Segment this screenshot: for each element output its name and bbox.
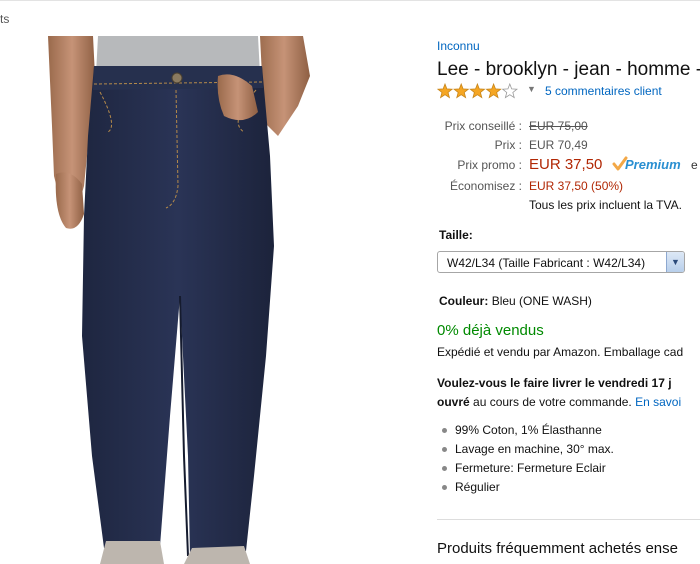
savings-value: EUR 37,50 (50%): [529, 179, 624, 193]
savings-row: Économisez : EUR 37,50 (50%): [437, 179, 700, 197]
feature-item: Fermeture: Fermeture Eclair: [441, 461, 614, 480]
product-image[interactable]: [48, 36, 318, 564]
star-rating[interactable]: [437, 83, 519, 99]
sold-percentage: 0% déjà vendus: [437, 322, 544, 339]
bullet-icon: [442, 428, 447, 433]
price-row: Prix : EUR 70,49: [437, 138, 700, 156]
feature-text: Fermeture: Fermeture Eclair: [455, 461, 606, 475]
size-select[interactable]: W42/L34 (Taille Fabricant : W42/L34) ▼: [437, 251, 685, 273]
top-divider: [0, 0, 700, 1]
color-value: Bleu (ONE WASH): [491, 294, 592, 308]
chevron-down-icon: ▼: [671, 257, 680, 267]
breadcrumb-tail[interactable]: ts: [0, 12, 9, 26]
feature-item: 99% Coton, 1% Élasthanne: [441, 423, 614, 442]
price-label: Prix :: [494, 138, 522, 152]
brand-link[interactable]: Inconnu: [437, 39, 480, 53]
chevron-down-icon[interactable]: ▼: [527, 84, 536, 94]
delivery-text: au cours de votre commande.: [469, 395, 636, 409]
feature-text: Lavage en machine, 30° max.: [455, 442, 614, 456]
color-label: Couleur:: [439, 294, 489, 308]
promo-price-row: Prix promo : EUR 37,50 Premium e: [437, 156, 700, 176]
star-filled-icon: [469, 83, 486, 99]
prime-logo-text: Premium: [625, 157, 681, 172]
star-filled-icon: [437, 83, 454, 99]
delivery-details: ouvré au cours de votre commande. En sav…: [437, 395, 681, 409]
prime-logo-icon: Premium: [612, 156, 681, 172]
delivery-bold: ouvré: [437, 395, 470, 409]
size-selected-value: W42/L34 (Taille Fabricant : W42/L34): [447, 256, 646, 270]
feature-item: Lavage en machine, 30° max.: [441, 442, 614, 461]
frequently-bought-heading: Produits fréquemment achetés ense: [437, 540, 678, 557]
list-price-row: Prix conseillé : EUR 75,00: [437, 119, 700, 137]
bullet-icon: [442, 485, 447, 490]
size-dropdown-button[interactable]: ▼: [666, 252, 684, 272]
color-row: Couleur: Bleu (ONE WASH): [439, 294, 592, 308]
star-filled-icon: [485, 83, 502, 99]
feature-item: Régulier: [441, 480, 614, 499]
price-value: EUR 70,49: [529, 138, 588, 152]
bullet-icon: [442, 466, 447, 471]
feature-text: 99% Coton, 1% Élasthanne: [455, 423, 602, 437]
section-divider: [437, 519, 700, 520]
list-price-value: EUR 75,00: [529, 119, 588, 133]
reviews-link[interactable]: 5 commentaires client: [545, 84, 662, 98]
delivery-question: Voulez-vous le faire livrer le vendredi …: [437, 376, 672, 390]
promo-price-value: EUR 37,50: [529, 156, 603, 173]
size-label: Taille:: [439, 228, 473, 242]
shipped-by-text: Expédié et vendu par Amazon. Emballage c…: [437, 345, 684, 359]
star-empty-icon: [501, 83, 518, 99]
feature-text: Régulier: [455, 480, 500, 494]
promo-price-label: Prix promo :: [457, 158, 522, 172]
feature-list: 99% Coton, 1% Élasthanne Lavage en machi…: [441, 423, 614, 499]
list-price-label: Prix conseillé :: [444, 119, 522, 133]
bullet-icon: [442, 447, 447, 452]
savings-label: Économisez :: [449, 179, 522, 193]
learn-more-link[interactable]: En savoi: [635, 395, 681, 409]
vat-note: Tous les prix incluent la TVA.: [529, 198, 682, 212]
prime-trailing-text: e: [691, 158, 698, 172]
star-filled-icon: [453, 83, 470, 99]
product-title: Lee - brooklyn - jean - homme -: [437, 59, 700, 80]
